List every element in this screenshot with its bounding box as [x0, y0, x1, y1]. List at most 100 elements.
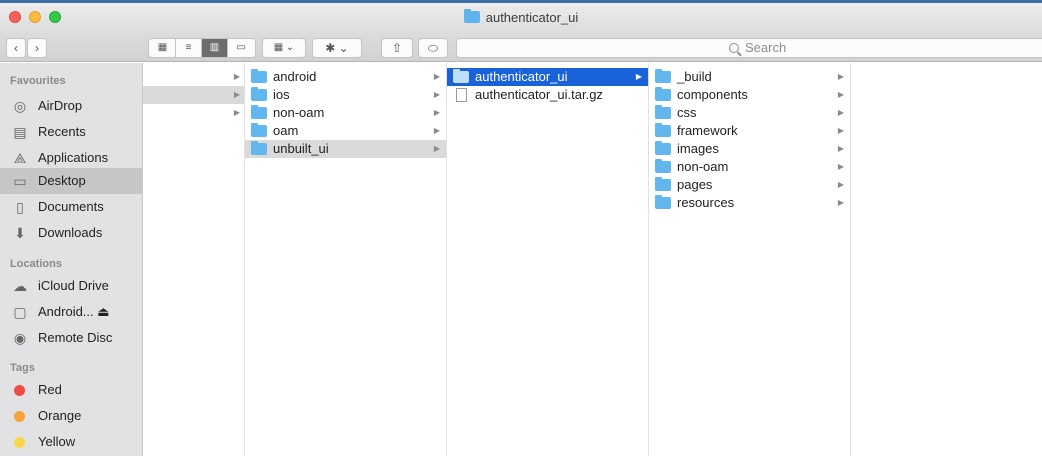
recents-icon: ▤ [13, 124, 27, 140]
sidebar-item-label: Remote Disc [38, 330, 113, 345]
browser-column-0: ▶ ▶ ▶ [143, 63, 245, 456]
item-label: _build [677, 69, 712, 84]
sidebar-item-tag-red[interactable]: Red [0, 377, 142, 403]
arrange-button[interactable]: ▦ ⌄ [262, 38, 306, 58]
sidebar-item-airdrop[interactable]: ◎ AirDrop [0, 93, 142, 119]
folder-row-resources[interactable]: resources ▶ [649, 194, 850, 212]
folder-icon [251, 123, 267, 137]
chevron-right-icon: ▶ [837, 180, 844, 189]
search-input[interactable]: Search [456, 38, 1042, 58]
list-item[interactable]: ▶ [143, 104, 244, 122]
folder-icon [655, 159, 671, 173]
view-mode-control: ▦ ≡ ▥ ▭ [148, 38, 256, 58]
folder-row-authenticator-ui[interactable]: authenticator_ui ▶ [447, 68, 648, 86]
folder-icon [453, 69, 469, 83]
folder-icon [655, 87, 671, 101]
item-label: images [677, 141, 719, 156]
red-tag-icon [14, 385, 25, 396]
desktop-icon: ▭ [13, 173, 27, 189]
sidebar-item-remote-disc[interactable]: ◉ Remote Disc [0, 325, 142, 351]
folder-row-framework[interactable]: framework ▶ [649, 122, 850, 140]
documents-icon: ▯ [16, 199, 24, 215]
airdrop-icon: ◎ [13, 98, 27, 114]
window-title-text: authenticator_ui [485, 10, 579, 25]
item-label: non-oam [273, 105, 325, 120]
folder-row-css[interactable]: css ▶ [649, 104, 850, 122]
window-title: authenticator_ui [0, 9, 1042, 25]
item-label: ios [273, 87, 290, 102]
chevron-right-icon: ▶ [233, 108, 240, 117]
chevron-right-icon: ▶ [837, 162, 844, 171]
folder-icon [655, 177, 671, 191]
file-icon [456, 88, 467, 102]
folder-row-pages[interactable]: pages ▶ [649, 176, 850, 194]
folder-row-unbuilt-ui[interactable]: unbuilt_ui ▶ [245, 140, 446, 158]
chevron-right-icon: ▶ [635, 72, 642, 81]
folder-row-build[interactable]: _build ▶ [649, 68, 850, 86]
sidebar-item-tag-yellow[interactable]: Yellow [0, 429, 142, 455]
item-label: pages [677, 177, 713, 192]
chevron-right-icon: ▶ [433, 144, 440, 153]
item-label: authenticator_ui [475, 69, 568, 84]
chevron-right-icon: ▶ [837, 144, 844, 153]
list-item[interactable]: ▶ [143, 86, 244, 104]
item-label: authenticator_ui.tar.gz [475, 87, 603, 102]
chevron-right-icon: ▶ [233, 72, 240, 81]
sidebar-item-downloads[interactable]: ⬇ Downloads [0, 220, 142, 246]
chevron-right-icon: ▶ [433, 108, 440, 117]
folder-row-ios[interactable]: ios ▶ [245, 86, 446, 104]
chevron-right-icon: ▶ [837, 126, 844, 135]
folder-icon [463, 9, 480, 23]
folder-icon [655, 123, 671, 137]
back-button[interactable]: ‹ [6, 38, 26, 58]
folder-row-images[interactable]: images ▶ [649, 140, 850, 158]
search-icon [729, 43, 739, 53]
browser-column-1: android ▶ ios ▶ non-oam ▶ oam ▶ unbuilt_… [245, 63, 447, 456]
folder-icon [251, 141, 267, 155]
sidebar-item-desktop[interactable]: ▭ Desktop [0, 168, 142, 194]
sidebar: Favourites ◎ AirDrop ▤ Recents ⟁ Applica… [0, 63, 143, 456]
folder-row-non-oam[interactable]: non-oam ▶ [245, 104, 446, 122]
item-label: unbuilt_ui [273, 141, 329, 156]
folder-icon [655, 195, 671, 209]
file-row-authenticator-ui-tar-gz[interactable]: authenticator_ui.tar.gz [447, 86, 648, 104]
folder-icon [251, 105, 267, 119]
sidebar-item-label: Desktop [38, 173, 86, 188]
column-view-button[interactable]: ▥ [202, 39, 228, 57]
chevron-right-icon: ▶ [433, 90, 440, 99]
applications-icon: ⟁ [13, 150, 27, 166]
sidebar-item-recents[interactable]: ▤ Recents [0, 119, 142, 145]
action-menu-button[interactable]: ✱ ⌄ [312, 38, 362, 58]
sidebar-item-label: iCloud Drive [38, 278, 109, 293]
item-label: android [273, 69, 317, 84]
tag-button[interactable]: ⬭ [418, 38, 448, 58]
chevron-right-icon: ▶ [433, 126, 440, 135]
list-view-button[interactable]: ≡ [176, 39, 202, 57]
search-placeholder-wrap: Search [729, 39, 786, 57]
sidebar-item-icloud-drive[interactable]: ☁ iCloud Drive [0, 273, 142, 299]
forward-button[interactable]: › [27, 38, 47, 58]
gallery-view-button[interactable]: ▭ [228, 39, 254, 57]
list-item[interactable]: ▶ [143, 68, 244, 86]
folder-row-oam[interactable]: oam ▶ [245, 122, 446, 140]
search-placeholder: Search [745, 40, 787, 55]
folder-row-android[interactable]: android ▶ [245, 68, 446, 86]
chevron-right-icon: ▶ [837, 198, 844, 207]
sidebar-item-documents[interactable]: ▯ Documents [0, 194, 142, 220]
locations-heading: Locations [10, 258, 62, 270]
sidebar-item-tag-orange[interactable]: Orange [0, 403, 142, 429]
sidebar-item-label: Orange [38, 408, 82, 423]
icon-view-button[interactable]: ▦ [150, 39, 176, 57]
folder-row-components[interactable]: components ▶ [649, 86, 850, 104]
item-label: resources [677, 195, 735, 210]
folder-row-non-oam[interactable]: non-oam ▶ [649, 158, 850, 176]
item-label: framework [677, 123, 738, 138]
share-button[interactable]: ⇧ [381, 38, 413, 58]
sidebar-item-android[interactable]: ▢ Android... ⏏ [0, 299, 142, 325]
folder-icon [251, 87, 267, 101]
item-label: non-oam [677, 159, 729, 174]
downloads-icon: ⬇ [14, 225, 26, 241]
chevron-right-icon: ▶ [233, 90, 240, 99]
folder-icon [655, 69, 671, 83]
folder-icon [655, 141, 671, 155]
